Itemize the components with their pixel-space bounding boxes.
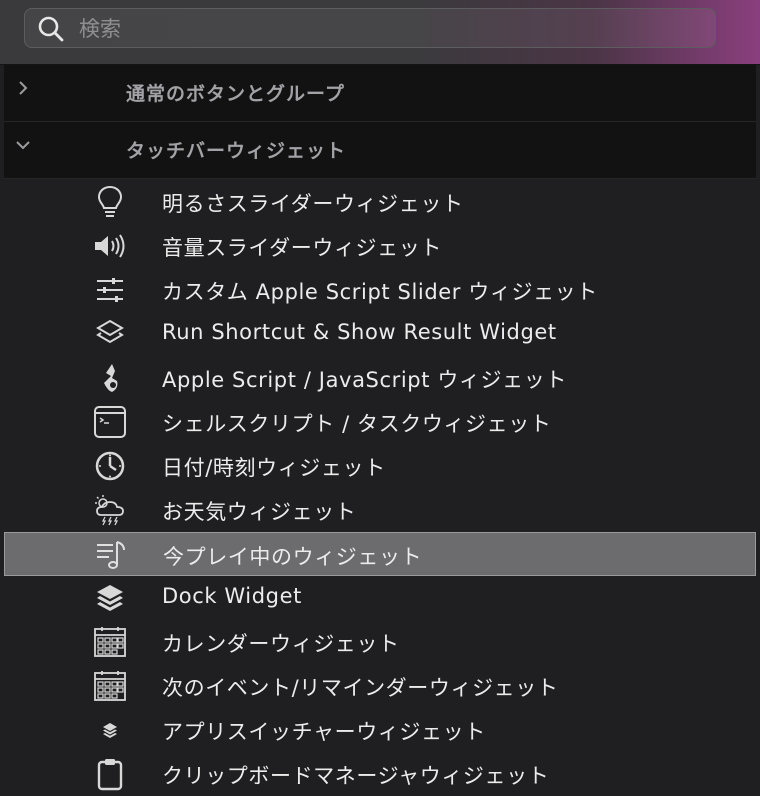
clock-icon bbox=[92, 449, 128, 483]
list-item-app-switcher[interactable]: アプリスイッチャーウィジェット bbox=[4, 708, 756, 752]
item-label: カスタム Apple Script Slider ウィジェット bbox=[162, 280, 598, 304]
small-stack-icon bbox=[92, 713, 128, 747]
chevron-down-icon[interactable] bbox=[14, 136, 32, 154]
item-label: シェルスクリプト / タスクウィジェット bbox=[162, 412, 552, 436]
clipboard-icon bbox=[92, 757, 128, 791]
list-item-run-shortcut[interactable]: Run Shortcut & Show Result Widget bbox=[4, 312, 756, 356]
group-header-touchbar-widgets[interactable]: タッチバーウィジェット bbox=[4, 122, 756, 179]
script-icon bbox=[92, 361, 128, 395]
list-item-calendar[interactable]: カレンダーウィジェット bbox=[4, 620, 756, 664]
list-item-weather[interactable]: お天気ウィジェット bbox=[4, 488, 756, 532]
item-label: 音量スライダーウィジェット bbox=[162, 236, 442, 260]
item-label: 明るさスライダーウィジェット bbox=[162, 192, 464, 216]
list-item-now-playing[interactable]: 今プレイ中のウィジェット bbox=[4, 532, 756, 576]
item-label: Dock Widget bbox=[162, 584, 302, 608]
item-label: カレンダーウィジェット bbox=[162, 632, 400, 656]
calendar-icon bbox=[92, 625, 128, 659]
speaker-icon bbox=[92, 229, 128, 263]
search-input[interactable] bbox=[77, 9, 681, 49]
item-label: 今プレイ中のウィジェット bbox=[163, 545, 423, 569]
item-label: Run Shortcut & Show Result Widget bbox=[162, 320, 557, 344]
list-item-clipboard-manager[interactable]: クリップボードマネージャウィジェット bbox=[4, 752, 756, 796]
group-label: タッチバーウィジェット bbox=[126, 140, 347, 162]
group-label: 通常のボタンとグループ bbox=[126, 83, 345, 105]
search-bar bbox=[0, 0, 760, 65]
item-label: Apple Script / JavaScript ウィジェット bbox=[162, 368, 567, 392]
list-item-volume-slider[interactable]: 音量スライダーウィジェット bbox=[4, 224, 756, 268]
sliders-icon bbox=[92, 273, 128, 307]
list-item-custom-applescript-slider[interactable]: カスタム Apple Script Slider ウィジェット bbox=[4, 268, 756, 312]
item-label: アプリスイッチャーウィジェット bbox=[162, 720, 486, 744]
list-item-shell-script[interactable]: シェルスクリプト / タスクウィジェット bbox=[4, 400, 756, 444]
list-item-applescript-javascript[interactable]: Apple Script / JavaScript ウィジェット bbox=[4, 356, 756, 400]
search-icon bbox=[37, 15, 65, 43]
group-header-regular-buttons[interactable]: 通常のボタンとグループ bbox=[4, 65, 756, 122]
item-label: 日付/時刻ウィジェット bbox=[162, 456, 386, 480]
calendar-icon bbox=[92, 669, 128, 703]
item-label: お天気ウィジェット bbox=[162, 500, 357, 524]
lightbulb-icon bbox=[92, 185, 128, 219]
shortcut-layers-icon bbox=[92, 317, 128, 351]
list-item-date-time[interactable]: 日付/時刻ウィジェット bbox=[4, 444, 756, 488]
widget-picker-panel: 通常のボタンとグループ タッチバーウィジェット 明るさスライダーウィジェット bbox=[0, 0, 760, 796]
weather-icon bbox=[92, 493, 128, 527]
list-item-brightness-slider[interactable]: 明るさスライダーウィジェット bbox=[4, 180, 756, 224]
list-item-dock-widget[interactable]: Dock Widget bbox=[4, 576, 756, 620]
now-playing-icon bbox=[93, 538, 129, 572]
terminal-icon bbox=[92, 405, 128, 439]
item-label: 次のイベント/リマインダーウィジェット bbox=[162, 676, 559, 700]
search-box[interactable] bbox=[24, 8, 716, 49]
dock-stack-icon bbox=[92, 581, 128, 615]
item-label: クリップボードマネージャウィジェット bbox=[162, 764, 550, 788]
list-item-next-event[interactable]: 次のイベント/リマインダーウィジェット bbox=[4, 664, 756, 708]
chevron-right-icon[interactable] bbox=[14, 79, 32, 97]
